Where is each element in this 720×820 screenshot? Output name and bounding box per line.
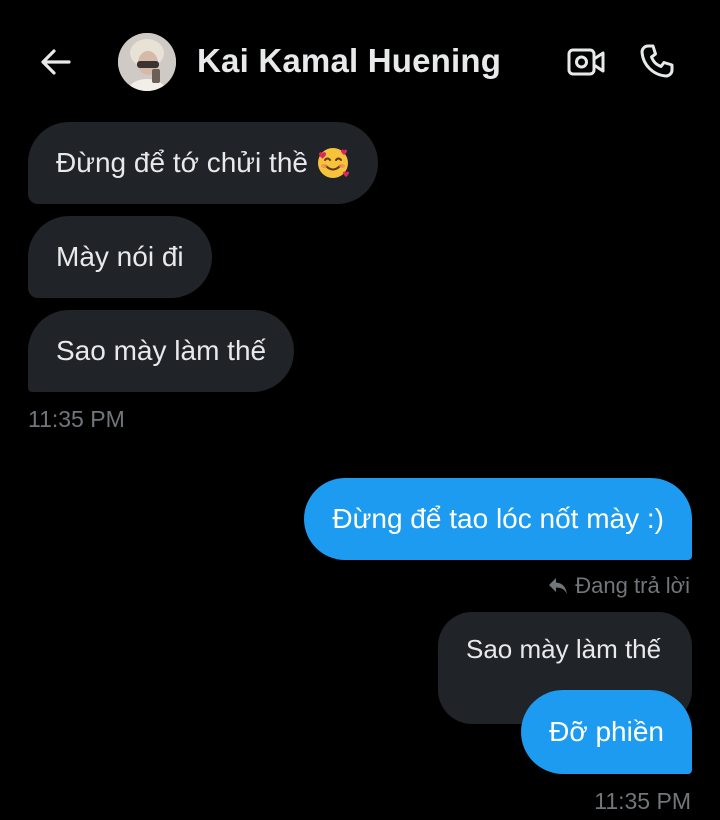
message-text: Đỡ phiền [549,716,664,747]
avatar-image [118,33,176,91]
smiling-face-with-hearts-icon [317,148,349,178]
reply-indicator: Đang trả lời [547,573,690,599]
back-arrow-icon [41,49,71,75]
message-bubble-incoming[interactable]: Mày nói đi [28,216,212,298]
message-bubble-outgoing[interactable]: Đừng để tao lóc nốt mày :) [304,478,692,560]
reply-label-text: Đang trả lời [575,573,690,598]
message-text: Sao mày làm thế [56,335,267,366]
message-text: Đừng để tớ chửi thề [56,147,308,178]
message-bubble-incoming[interactable]: Sao mày làm thế [28,310,295,392]
message-bubble-outgoing[interactable]: Đỡ phiền [521,690,692,774]
chat-header: Kai Kamal Huening [0,0,720,120]
avatar[interactable] [118,33,176,91]
reply-icon [549,578,568,594]
message-timestamp: 11:35 PM [594,788,691,814]
video-call-button[interactable] [566,42,606,82]
back-button[interactable] [36,42,76,82]
quoted-message-text: Sao mày làm thế [466,634,662,664]
voice-call-button[interactable] [636,40,678,82]
message-text: Đừng để tao lóc nốt mày :) [332,503,664,534]
message-bubble-incoming[interactable]: Đừng để tớ chửi thề [28,122,378,204]
message-timestamp: 11:35 PM [28,406,125,432]
message-text: Mày nói đi [56,241,184,272]
contact-name[interactable]: Kai Kamal Huening [197,42,501,80]
video-camera-icon [567,48,605,76]
phone-icon [640,44,674,78]
